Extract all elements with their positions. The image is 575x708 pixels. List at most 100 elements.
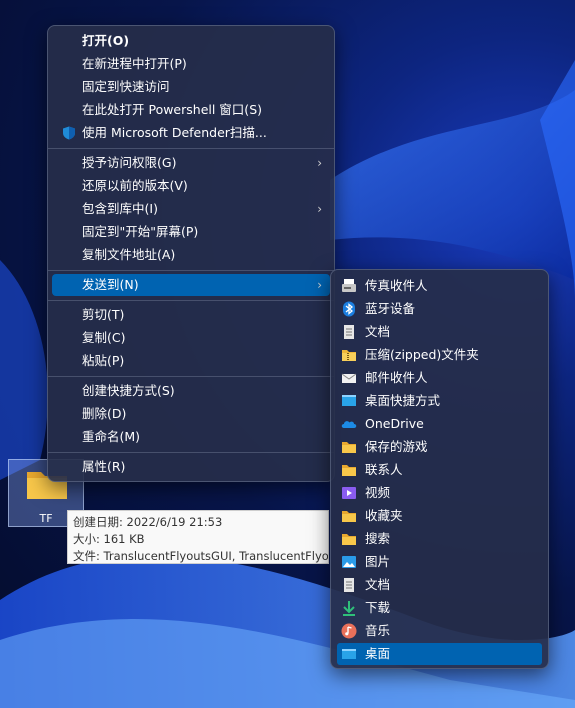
menu-item-label: 删除(D) [82, 406, 127, 421]
send-to-label: 蓝牙设备 [365, 301, 416, 316]
menu-item-paste[interactable]: 粘贴(P) [52, 350, 330, 372]
menu-item-label: 剪切(T) [82, 307, 125, 322]
send-to-submenu: 传真收件人 蓝牙设备 文档 压缩(zipped)文件夹 邮件收件人 桌面快捷方式… [330, 269, 549, 669]
onedrive-icon [341, 421, 357, 428]
menu-item-restore-versions[interactable]: 还原以前的版本(V) [52, 175, 330, 197]
tooltip-size: 大小: 161 KB [73, 532, 145, 546]
send-to-label: 视频 [365, 485, 391, 500]
music-icon [341, 623, 357, 639]
pictures-icon [342, 556, 356, 568]
folder-icon [342, 511, 356, 522]
shield-icon [63, 126, 75, 140]
menu-item-grant-access[interactable]: 授予访问权限(G) › [52, 152, 330, 174]
send-to-label: 文档 [365, 324, 391, 339]
desktop-icon [342, 649, 356, 659]
send-to-fax[interactable]: 传真收件人 [337, 275, 542, 297]
menu-item-include-library[interactable]: 包含到库中(I) › [52, 198, 330, 220]
send-to-saved-games[interactable]: 保存的游戏 [337, 436, 542, 458]
menu-item-label: 使用 Microsoft Defender扫描... [82, 125, 267, 140]
menu-item-properties[interactable]: 属性(R) [52, 456, 330, 478]
send-to-videos[interactable]: 视频 [337, 482, 542, 504]
menu-item-label: 固定到"开始"屏幕(P) [82, 224, 199, 239]
send-to-favorites[interactable]: 收藏夹 [337, 505, 542, 527]
send-to-label: 搜索 [365, 531, 391, 546]
chevron-right-icon: › [317, 156, 322, 170]
menu-separator [48, 376, 334, 377]
download-icon [343, 601, 355, 616]
send-to-label: 保存的游戏 [365, 439, 428, 454]
send-to-label: 桌面 [365, 646, 391, 661]
send-to-downloads[interactable]: 下载 [337, 597, 542, 619]
send-to-documents-2[interactable]: 文档 [337, 574, 542, 596]
send-to-music[interactable]: 音乐 [337, 620, 542, 642]
menu-item-delete[interactable]: 删除(D) [52, 403, 330, 425]
send-to-label: 桌面快捷方式 [365, 393, 441, 408]
send-to-label: 文档 [365, 577, 391, 592]
menu-item-label: 重命名(M) [82, 429, 141, 444]
menu-separator [48, 148, 334, 149]
folder-icon [342, 534, 356, 545]
menu-item-open-new-process[interactable]: 在新进程中打开(P) [52, 53, 330, 75]
send-to-label: 联系人 [365, 462, 403, 477]
bluetooth-icon [343, 301, 355, 317]
send-to-mail[interactable]: 邮件收件人 [337, 367, 542, 389]
file-tooltip: 创建日期: 2022/6/19 21:53 大小: 161 KB 文件: Tra… [67, 510, 329, 564]
send-to-zip[interactable]: 压缩(zipped)文件夹 [337, 344, 542, 366]
send-to-onedrive[interactable]: OneDrive [337, 413, 542, 435]
menu-item-label: 复制文件地址(A) [82, 247, 176, 262]
send-to-searches[interactable]: 搜索 [337, 528, 542, 550]
menu-item-label: 发送到(N) [82, 277, 139, 292]
send-to-label: 下载 [365, 600, 391, 615]
chevron-right-icon: › [317, 202, 322, 216]
send-to-pictures[interactable]: 图片 [337, 551, 542, 573]
send-to-desktop[interactable]: 桌面 [337, 643, 542, 665]
menu-separator [48, 300, 334, 301]
menu-separator [48, 452, 334, 453]
menu-separator [48, 270, 334, 271]
menu-item-rename[interactable]: 重命名(M) [52, 426, 330, 448]
document-icon [344, 578, 354, 592]
menu-item-label: 在新进程中打开(P) [82, 56, 187, 71]
menu-item-label: 在此处打开 Powershell 窗口(S) [82, 102, 262, 117]
menu-item-pin-start[interactable]: 固定到"开始"屏幕(P) [52, 221, 330, 243]
menu-item-copy-path[interactable]: 复制文件地址(A) [52, 244, 330, 266]
send-to-bluetooth[interactable]: 蓝牙设备 [337, 298, 542, 320]
mail-icon [341, 373, 357, 383]
send-to-label: 压缩(zipped)文件夹 [365, 347, 479, 362]
menu-item-open-powershell[interactable]: 在此处打开 Powershell 窗口(S) [52, 99, 330, 121]
menu-item-label: 属性(R) [82, 459, 126, 474]
menu-item-label: 固定到快速访问 [82, 79, 170, 94]
fax-icon [342, 279, 356, 292]
zip-folder-icon [342, 350, 356, 361]
menu-item-label: 打开(O) [82, 33, 130, 48]
video-icon [342, 487, 356, 499]
menu-item-pin-quick-access[interactable]: 固定到快速访问 [52, 76, 330, 98]
menu-item-label: 包含到库中(I) [82, 201, 158, 216]
send-to-contacts[interactable]: 联系人 [337, 459, 542, 481]
send-to-label: 邮件收件人 [365, 370, 428, 385]
menu-item-send-to[interactable]: 发送到(N) › [52, 274, 330, 296]
send-to-documents[interactable]: 文档 [337, 321, 542, 343]
folder-icon [342, 442, 356, 453]
menu-item-label: 还原以前的版本(V) [82, 178, 188, 193]
send-to-desktop-shortcut[interactable]: 桌面快捷方式 [337, 390, 542, 412]
send-to-label: 传真收件人 [365, 278, 428, 293]
menu-item-cut[interactable]: 剪切(T) [52, 304, 330, 326]
tooltip-created-date: 创建日期: 2022/6/19 21:53 [73, 515, 223, 529]
desktop-shortcut-icon [342, 395, 356, 406]
send-to-label: 收藏夹 [365, 508, 403, 523]
menu-item-label: 粘贴(P) [82, 353, 125, 368]
menu-item-label: 复制(C) [82, 330, 126, 345]
menu-item-open[interactable]: 打开(O) [52, 30, 330, 52]
menu-item-label: 授予访问权限(G) [82, 155, 177, 170]
send-to-label: OneDrive [365, 416, 424, 431]
menu-item-label: 创建快捷方式(S) [82, 383, 175, 398]
send-to-label: 图片 [365, 554, 391, 569]
menu-item-create-shortcut[interactable]: 创建快捷方式(S) [52, 380, 330, 402]
context-menu: 打开(O) 在新进程中打开(P) 固定到快速访问 在此处打开 Powershel… [47, 25, 335, 482]
menu-item-copy[interactable]: 复制(C) [52, 327, 330, 349]
tooltip-file-info: 文件: TranslucentFlyoutsGUI, TranslucentFl… [73, 549, 329, 563]
document-icon [344, 325, 354, 339]
folder-icon [342, 465, 356, 476]
menu-item-defender-scan[interactable]: 使用 Microsoft Defender扫描... [52, 122, 330, 144]
